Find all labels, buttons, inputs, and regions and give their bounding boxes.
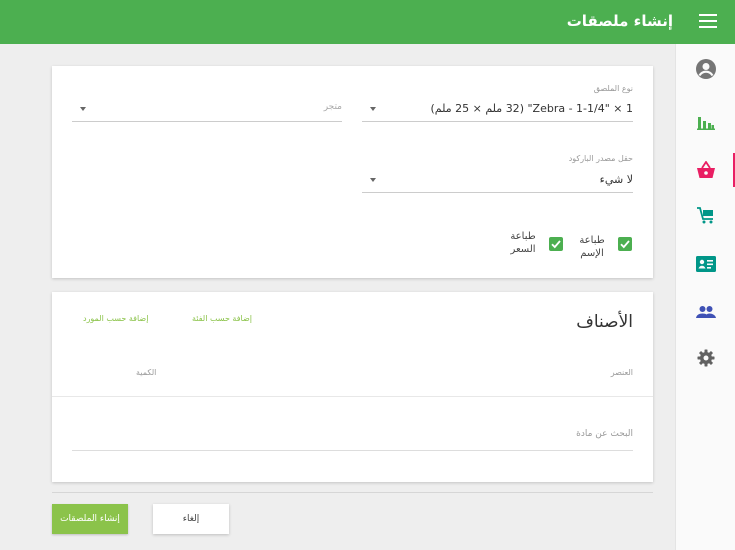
nav-reports[interactable] <box>676 99 735 145</box>
add-by-supplier-link[interactable]: إضافة حسب المورد <box>83 314 148 323</box>
label-options-card: نوع الملصق Zebra - 1-1/4" × 1" (32 ملم ×… <box>52 66 653 278</box>
print-name-checkbox[interactable] <box>618 237 632 251</box>
cart-icon <box>697 207 713 224</box>
nav-products[interactable] <box>676 147 735 193</box>
label-type-value: Zebra - 1-1/4" × 1" (32 ملم × 25 ملم) <box>430 102 633 115</box>
bar-chart-icon <box>697 117 715 130</box>
settings-gear-icon <box>697 349 715 367</box>
print-name-label-line2: الإسم <box>580 248 604 259</box>
nav-users[interactable] <box>676 289 735 335</box>
cancel-button[interactable]: إلغاء <box>153 504 229 534</box>
create-labels-button[interactable]: إنشاء الملصقات <box>52 504 128 534</box>
store-select[interactable]: متجر <box>72 98 342 122</box>
item-search-field[interactable] <box>72 427 633 451</box>
print-price-label-line2: السعر <box>510 244 536 255</box>
nav-account[interactable] <box>676 46 735 92</box>
print-price-checkbox[interactable] <box>549 237 563 251</box>
table-divider <box>52 396 653 397</box>
print-name-label-line1: طباعة <box>579 235 605 246</box>
barcode-source-label: حقل مصدر الباركود <box>568 154 633 163</box>
label-type-label: نوع الملصق <box>593 84 633 93</box>
barcode-source-select[interactable]: لا شيء <box>362 169 633 193</box>
shopping-basket-icon <box>697 161 715 178</box>
chevron-down-icon <box>370 107 376 111</box>
chevron-down-icon <box>80 107 86 111</box>
column-header-quantity: الكمية <box>136 368 157 377</box>
chevron-down-icon <box>370 178 376 182</box>
print-price-label: طباعة السعر <box>503 230 543 256</box>
account-icon <box>696 59 716 79</box>
item-search-input[interactable] <box>72 429 633 439</box>
side-navigation <box>675 44 735 550</box>
people-icon <box>696 306 716 318</box>
print-price-label-line1: طباعة <box>510 231 536 242</box>
hamburger-menu-icon[interactable] <box>699 14 717 30</box>
print-name-label: طباعة الإسم <box>572 234 612 260</box>
nav-customers[interactable] <box>676 241 735 287</box>
page-title: إنشاء ملصقات <box>566 12 673 30</box>
label-type-select[interactable]: Zebra - 1-1/4" × 1" (32 ملم × 25 ملم) <box>362 98 633 122</box>
app-header: إنشاء ملصقات <box>0 0 735 44</box>
barcode-source-value: لا شيء <box>599 173 633 186</box>
column-header-item: العنصر <box>610 368 633 377</box>
items-card: الأصناف إضافة حسب الفئة إضافة حسب المورد… <box>52 292 653 482</box>
items-section-title: الأصناف <box>576 312 633 332</box>
store-placeholder: متجر <box>323 102 342 112</box>
contact-card-icon <box>696 256 716 272</box>
add-by-category-link[interactable]: إضافة حسب الفئة <box>192 314 252 323</box>
footer-divider <box>52 492 653 493</box>
checkmark-icon <box>551 240 561 249</box>
nav-sales[interactable] <box>676 192 735 238</box>
checkmark-icon <box>620 240 630 249</box>
nav-settings[interactable] <box>676 335 735 381</box>
